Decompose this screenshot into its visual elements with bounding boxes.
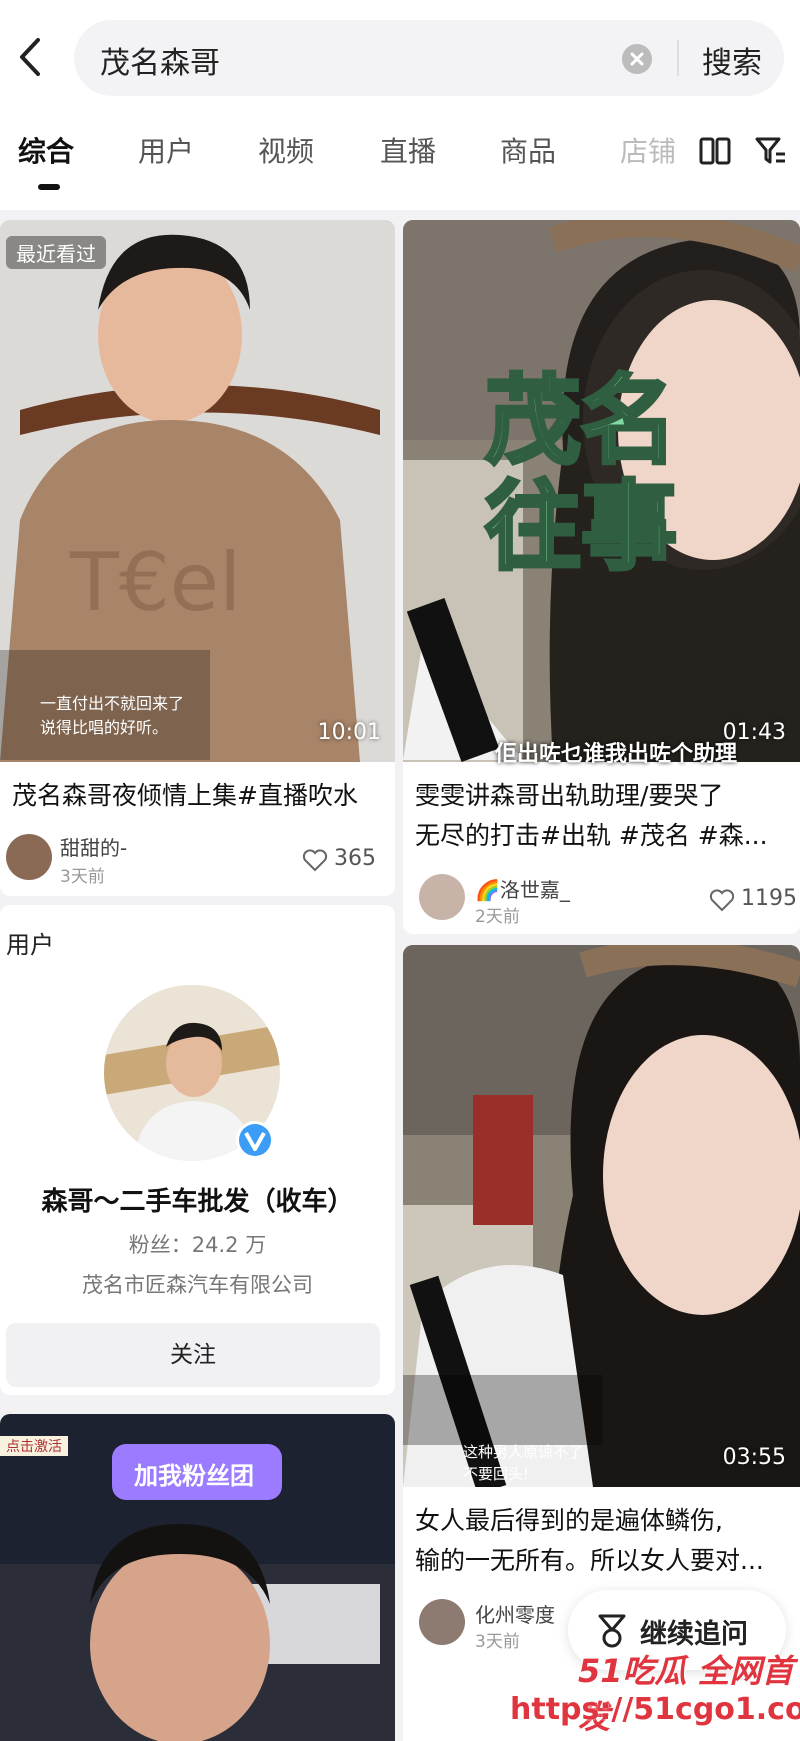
tab-shops[interactable]: 店铺	[620, 130, 676, 170]
live-card[interactable]: 点击激活 加我粉丝团	[0, 1414, 395, 1741]
live-comment: 说得比唱的好听。	[40, 718, 169, 737]
avatar[interactable]	[419, 874, 465, 920]
live-comment: 不要回头!	[463, 1465, 530, 1483]
grid-layout-icon[interactable]	[698, 134, 732, 168]
video-title: 女人最后得到的是遍体鳞伤,	[415, 1506, 723, 1535]
video-thumbnail	[403, 945, 800, 1495]
avatar[interactable]	[419, 1599, 465, 1645]
recently-viewed-badge: 最近看过	[6, 236, 106, 269]
video-title: 输的一无所有。所以女人要对...	[415, 1546, 764, 1575]
ai-icon	[598, 1614, 626, 1648]
video-subtitle: 佢出咗乜谁我出咗个助理	[495, 742, 738, 767]
post-time: 3天前	[60, 867, 105, 887]
post-time: 2天前	[475, 907, 520, 927]
user-card[interactable]: 用户 森哥～二手车批发（收车） 粉丝：24.2 万 茂名市匠森汽车有限公司 关注	[0, 905, 395, 1395]
follower-count: 粉丝：24.2 万	[128, 1233, 267, 1257]
video-title: 茂名森哥夜倾情上集#直播吹水	[12, 781, 358, 810]
video-duration: 03:55	[722, 1445, 786, 1470]
tab-live[interactable]: 直播	[380, 130, 436, 170]
video-overlay-text: 茂名 往事	[483, 365, 679, 583]
top-bar: 茂名森哥 搜索	[0, 0, 800, 110]
search-query: 茂名森哥	[100, 46, 220, 81]
video-duration: 01:43	[722, 720, 786, 745]
section-title: 用户	[6, 931, 54, 959]
activate-badge[interactable]: 点击激活	[0, 1436, 68, 1456]
company-name: 茂名市匠森汽车有限公司	[82, 1273, 313, 1297]
clear-icon[interactable]	[622, 44, 652, 74]
svg-text:T€el: T€el	[69, 536, 241, 629]
back-icon[interactable]	[10, 32, 50, 82]
divider	[677, 40, 679, 76]
search-input[interactable]: 茂名森哥 搜索	[74, 20, 784, 96]
video-duration: 10:01	[317, 720, 381, 745]
video-title: 雯雯讲森哥出轨助理/要哭了	[415, 781, 724, 810]
verified-icon	[236, 1121, 274, 1159]
follow-button[interactable]: 关注	[6, 1323, 380, 1387]
heart-icon[interactable]	[302, 848, 328, 872]
search-button[interactable]: 搜索	[702, 38, 762, 82]
live-comment: 这种男人原谅不了	[463, 1443, 584, 1461]
video-card[interactable]: 茂名 往事 佢出咗乜谁我出咗个助理 01:43 雯雯讲森哥出轨助理/要哭了 无尽…	[403, 220, 800, 934]
tab-bar: 综合 用户 视频 直播 商品 店铺	[0, 110, 800, 210]
tab-videos[interactable]: 视频	[258, 130, 314, 170]
live-comment: 一直付出不就回来了	[40, 694, 185, 713]
post-time: 3天前	[475, 1632, 520, 1652]
tab-all[interactable]: 综合	[18, 130, 74, 170]
filter-icon[interactable]	[754, 134, 788, 168]
tab-users[interactable]: 用户	[138, 130, 194, 170]
tab-products[interactable]: 商品	[500, 130, 556, 170]
avatar[interactable]	[6, 834, 52, 880]
watermark-url: https://51cgo1.com	[510, 1692, 800, 1727]
user-name: 森哥～二手车批发（收车）	[41, 1187, 354, 1217]
like-count: 365	[334, 846, 376, 871]
video-card[interactable]: T€el 最近看过 一直付出不就回来了 说得比唱的好听。 10:01 茂名森哥夜…	[0, 220, 395, 896]
like-count: 1195	[741, 886, 797, 911]
video-thumbnail: T€el	[0, 220, 395, 762]
author-name[interactable]: 甜甜的-	[60, 832, 127, 861]
video-title: 无尽的打击#出轨 #茂名 #森...	[415, 821, 768, 850]
author-name[interactable]: 🌈洛世嘉_	[475, 874, 570, 903]
fan-club-banner[interactable]: 加我粉丝团	[134, 1456, 254, 1491]
author-name[interactable]: 化州零度	[475, 1599, 555, 1628]
heart-icon[interactable]	[709, 888, 735, 912]
tab-indicator	[38, 184, 60, 190]
